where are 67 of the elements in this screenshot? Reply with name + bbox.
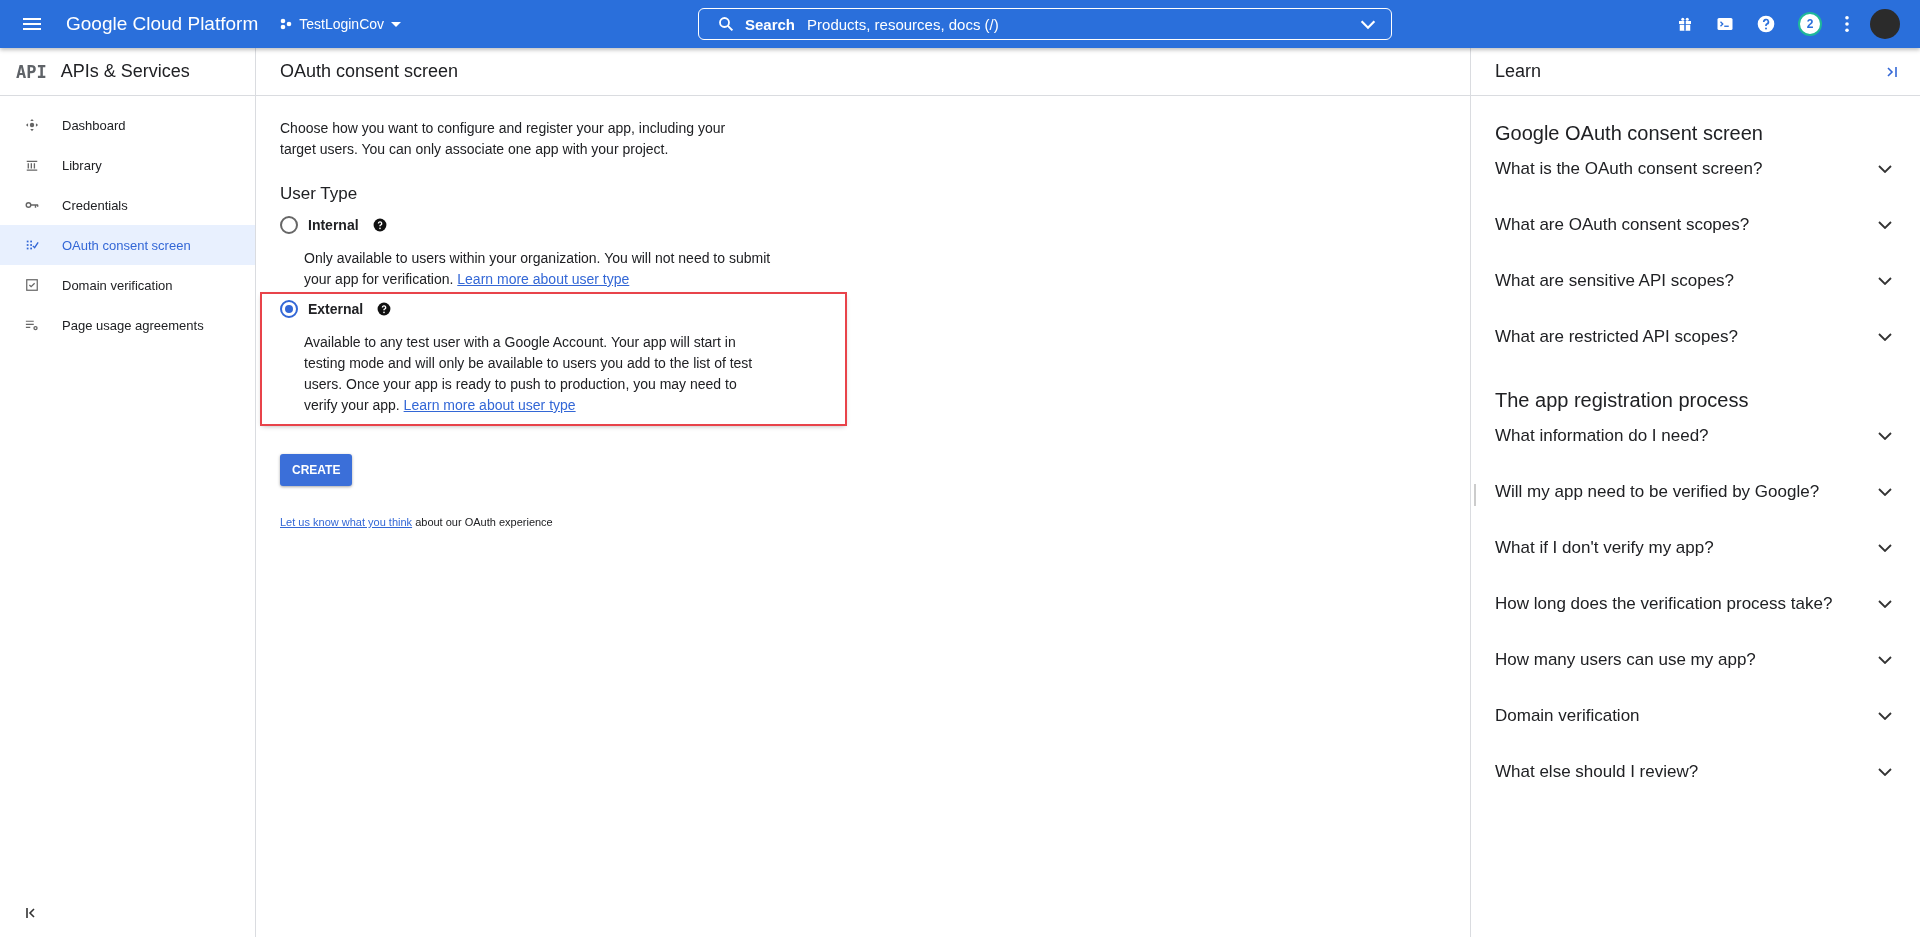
gift-icon[interactable] [1676,15,1694,33]
sidebar-item[interactable]: Page usage agreements [0,305,255,345]
help-icon[interactable] [377,302,392,316]
page-title: OAuth consent screen [280,61,459,82]
sidebar-item[interactable]: Library [0,145,255,185]
more-vert-icon[interactable] [1844,15,1850,33]
sidebar-item[interactable]: Domain verification [0,265,255,305]
accordion-item[interactable]: What are restricted API scopes? [1495,309,1896,365]
option-description: Only available to users within your organization. You will not need to submit your app for verification. Learn more about user type [304,249,772,289]
accordion-item[interactable]: What are sensitive API scopes? [1495,253,1896,309]
sidebar-title: APIs & Services [60,61,190,82]
search-icon [717,15,735,33]
accordion-item[interactable]: Domain verification [1495,688,1896,744]
sidebar-item[interactable]: Dashboard [0,105,255,145]
chevron-icon [1878,656,1892,664]
accordion-item[interactable]: How many users can use my app? [1495,632,1896,688]
panel-title: Learn [1495,61,1542,82]
chevron-icon [1878,488,1892,496]
project-dots-icon [280,18,293,30]
chevron-icon [1878,544,1892,552]
intro-text: Choose how you want to configure and register your app, including your target users. You can only associate one app with your project. [280,119,727,159]
feedback-text: about our OAuth experience [415,516,553,528]
learn-more-link[interactable]: Learn more about user type [457,271,630,287]
product-name[interactable]: Google Cloud Platform [66,13,259,35]
project-selector[interactable]: TestLoginCov [280,16,402,32]
radio-button[interactable] [280,300,298,318]
chevron-icon [1878,712,1892,720]
chevron-icon [1878,221,1892,229]
checkbox-icon [25,278,39,292]
search-bar[interactable]: Search Products, resources, docs (/) [698,8,1392,40]
search-field[interactable]: Products, resources, docs (/) [805,14,1347,34]
chevron-icon [1878,600,1892,608]
chevron-icon [1878,768,1892,776]
collapse-sidebar-icon[interactable] [26,908,38,918]
caret-icon [391,21,402,27]
notification-badge[interactable]: 2 [1798,12,1822,36]
option-label: External [308,301,364,317]
collapse-panel-icon[interactable] [1886,65,1898,78]
section-heading: The app registration process [1495,389,1750,412]
accordion-item[interactable]: What if I don't verify my app? [1495,520,1896,576]
avatar[interactable] [1870,9,1900,39]
learn-more-link[interactable]: Learn more about user type [403,397,576,413]
accordion-item[interactable]: What else should I review? [1495,744,1896,800]
sidebar-item[interactable]: OAuth consent screen [0,225,255,265]
option-label: Internal [308,217,359,233]
chevron-icon [1878,165,1892,173]
library-icon [25,158,39,172]
accordion-item[interactable]: Will my app need to be verified by Google? [1495,464,1896,520]
dashboard-icon [25,118,39,132]
create-button[interactable]: CREATE [280,454,353,486]
help-icon[interactable] [372,218,387,232]
sidebar-item[interactable]: Credentials [0,185,255,225]
dotted-check-icon [25,238,39,252]
terminal-icon[interactable] [1716,15,1734,33]
radio-button[interactable] [280,216,298,234]
accordion-item[interactable]: What are OAuth consent scopes? [1495,197,1896,253]
option-description: Available to any test user with a Google Account. Your app will start in testing mode and will only be available to users you add to the list of test users. Once your app is ready to push to production, you may need to verify your app. Learn more about user type [304,333,754,415]
list-gear-icon [25,318,39,332]
search-label: Search [745,15,796,33]
accordion-item[interactable]: How long does the verification process take? [1495,576,1896,632]
feedback-link[interactable]: Let us know what you think [280,516,413,528]
chevron-icon [1878,432,1892,440]
section-title: User Type [280,184,359,204]
api-logo: API [16,61,47,82]
chevron-icon [1878,277,1892,285]
chevron-icon [1878,333,1892,341]
section-heading: Google OAuth consent screen [1495,122,1764,145]
